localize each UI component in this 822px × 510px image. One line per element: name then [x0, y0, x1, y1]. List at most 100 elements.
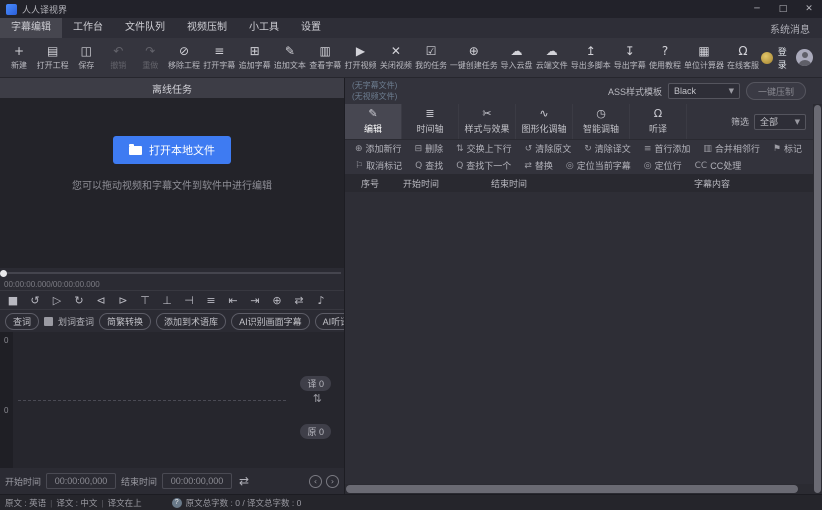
close-icon[interactable]: ✕	[796, 0, 822, 18]
jump-to-start-icon[interactable]: ⇤	[222, 294, 244, 307]
prev-frame-icon[interactable]: ↺	[24, 294, 46, 307]
filter-select[interactable]: 全部 ▼	[754, 114, 806, 130]
rewind-icon[interactable]: ⊲	[90, 294, 112, 307]
unit-calculator-button[interactable]: ▦单位计算器	[683, 43, 726, 72]
align-subtitle-icon[interactable]: ≡	[200, 294, 222, 307]
video-dropzone[interactable]: 打开本地文件 您可以拖动视频和字幕文件到软件中进行编辑	[0, 98, 344, 268]
open-video-button[interactable]: ▶打开视频	[343, 43, 378, 72]
clear-source-button[interactable]: ↺清除原文	[525, 142, 572, 155]
set-end-time-icon[interactable]: ⊣	[178, 294, 200, 307]
cc-process-button[interactable]: CCCC处理	[695, 159, 742, 172]
tab-edit[interactable]: ✎编辑	[345, 104, 402, 139]
vertical-scrollbar-thumb[interactable]	[814, 105, 821, 493]
menu-video-encode[interactable]: 视频压制	[176, 18, 238, 38]
subtitle-text-editor[interactable]: 0 0 译 0 ⇅ 原 0	[0, 332, 344, 468]
import-cloud-button[interactable]: ☁导入云盘	[499, 43, 534, 72]
add-row-button[interactable]: ⊕添加新行	[355, 142, 402, 155]
ai-ocr-subtitle-button[interactable]: AI识别画面字幕	[231, 313, 310, 330]
redo-button[interactable]: ↷重做	[134, 43, 166, 72]
append-subtitle-button[interactable]: ⊞追加字幕	[237, 43, 272, 72]
clear-trans-icon: ↻	[584, 144, 592, 154]
new-icon: +	[14, 45, 24, 59]
add-subtitle-icon[interactable]: ⊕	[266, 294, 288, 307]
swap-rows-button[interactable]: ⇅交换上下行	[456, 142, 512, 155]
delete-row-button[interactable]: ⊟删除	[415, 142, 444, 155]
append-text-button[interactable]: ✎追加文本	[272, 43, 307, 72]
start-time-input[interactable]: 00:00:00,000	[46, 473, 116, 489]
next-subtitle-button[interactable]: ›	[326, 475, 339, 488]
seekbar-knob[interactable]	[0, 270, 7, 277]
end-time-input[interactable]: 00:00:00,000	[162, 473, 232, 489]
tab-smart-timing[interactable]: ◷智能调轴	[573, 104, 630, 139]
forward-icon[interactable]: ⊳	[112, 294, 134, 307]
system-message-link[interactable]: 系统消息	[758, 21, 822, 36]
tab-style-effects[interactable]: ✂样式与效果	[459, 104, 516, 139]
new-button[interactable]: +新建	[3, 43, 35, 72]
tutorial-button[interactable]: ?使用教程	[647, 43, 682, 72]
export-subtitle-button[interactable]: ↧导出字幕	[612, 43, 647, 72]
replace-icon: ⇄	[524, 161, 532, 171]
locate-row-button[interactable]: ◎定位行	[644, 159, 682, 172]
merge-adjacent-button[interactable]: ▥合并相邻行	[703, 142, 760, 155]
create-task-button[interactable]: ⊕一键创建任务	[449, 43, 499, 72]
tab-transcribe[interactable]: Ω听译	[630, 104, 687, 139]
prev-subtitle-button[interactable]: ‹	[309, 475, 322, 488]
avatar[interactable]	[796, 49, 813, 66]
jump-to-end-icon[interactable]: ⇥	[244, 294, 266, 307]
unmark-button[interactable]: ⚐取消标记	[355, 159, 402, 172]
open-project-button[interactable]: ▤打开工程	[35, 43, 70, 72]
close-video-button[interactable]: ✕关闭视频	[378, 43, 413, 72]
tab-timeline[interactable]: ≣时间轴	[402, 104, 459, 139]
swap-times-icon[interactable]: ⇄	[237, 474, 251, 488]
replace-button[interactable]: ⇄替换	[524, 159, 553, 172]
login-link[interactable]: 登录	[778, 45, 791, 71]
lookup-word-button[interactable]: 查词	[5, 313, 39, 330]
find-button[interactable]: Q查找	[415, 159, 443, 172]
first-row-add-button[interactable]: ≡首行添加	[644, 142, 691, 155]
swap-source-trans-icon[interactable]: ⇅	[313, 392, 322, 405]
column-index: 序号	[345, 177, 403, 190]
tab-visual-timing[interactable]: ∿图形化调轴	[516, 104, 573, 139]
menu-file-queue[interactable]: 文件队列	[114, 18, 176, 38]
menu-workbench[interactable]: 工作台	[62, 18, 114, 38]
mark-button[interactable]: ⚑标记	[773, 142, 802, 155]
set-start-time-icon[interactable]: ⊤	[134, 294, 156, 307]
remove-project-button[interactable]: ⊘移除工程	[166, 43, 201, 72]
menu-subtitle-edit[interactable]: 字幕编辑	[0, 18, 62, 38]
one-click-encode-button[interactable]: 一键压制	[746, 82, 806, 100]
maximize-icon[interactable]: □	[770, 0, 796, 18]
save-button[interactable]: ◫保存	[70, 43, 102, 72]
find-next-button[interactable]: Q查找下一个	[456, 159, 511, 172]
cloud-files-button[interactable]: ☁云端文件	[534, 43, 569, 72]
word-select-lookup-checkbox[interactable]	[44, 317, 53, 326]
locate-current-button[interactable]: ◎定位当前字幕	[566, 159, 631, 172]
clear-trans-button[interactable]: ↻清除译文	[584, 142, 631, 155]
seekbar-track[interactable]	[0, 272, 341, 274]
video-seekbar[interactable]	[0, 268, 344, 278]
view-subtitle-button[interactable]: ▥查看字幕	[308, 43, 343, 72]
editor-gutter	[0, 332, 13, 468]
split-subtitle-icon[interactable]: ⊥	[156, 294, 178, 307]
open-subtitle-button[interactable]: ≡打开字幕	[202, 43, 237, 72]
export-scripts-button[interactable]: ↥导出多脚本	[569, 43, 612, 72]
horizontal-scrollbar[interactable]	[345, 484, 813, 494]
simplified-traditional-button[interactable]: 简繁转换	[99, 313, 151, 330]
open-local-file-button[interactable]: 打开本地文件	[113, 136, 231, 164]
ai-transcribe-button[interactable]: AI听译	[315, 313, 344, 330]
ass-template-select[interactable]: Black ▼	[668, 83, 740, 99]
swap-play-icon[interactable]: ⇄	[288, 294, 310, 307]
add-to-termbase-button[interactable]: 添加到术语库	[156, 313, 226, 330]
vertical-scrollbar[interactable]	[813, 104, 822, 494]
play-icon[interactable]: ▷	[46, 294, 68, 307]
create-task-icon: ⊕	[469, 45, 479, 59]
horizontal-scrollbar-thumb[interactable]	[346, 485, 798, 493]
stop-icon[interactable]: ■	[2, 294, 24, 307]
menu-tools[interactable]: 小工具	[238, 18, 290, 38]
next-frame-icon[interactable]: ↻	[68, 294, 90, 307]
minimize-icon[interactable]: ─	[744, 0, 770, 18]
menu-settings[interactable]: 设置	[290, 18, 332, 38]
online-support-button[interactable]: Ω在线客服	[725, 43, 760, 72]
volume-icon[interactable]: ♪	[310, 294, 332, 307]
my-tasks-button[interactable]: ☑我的任务	[414, 43, 449, 72]
undo-button[interactable]: ↶撤销	[102, 43, 134, 72]
